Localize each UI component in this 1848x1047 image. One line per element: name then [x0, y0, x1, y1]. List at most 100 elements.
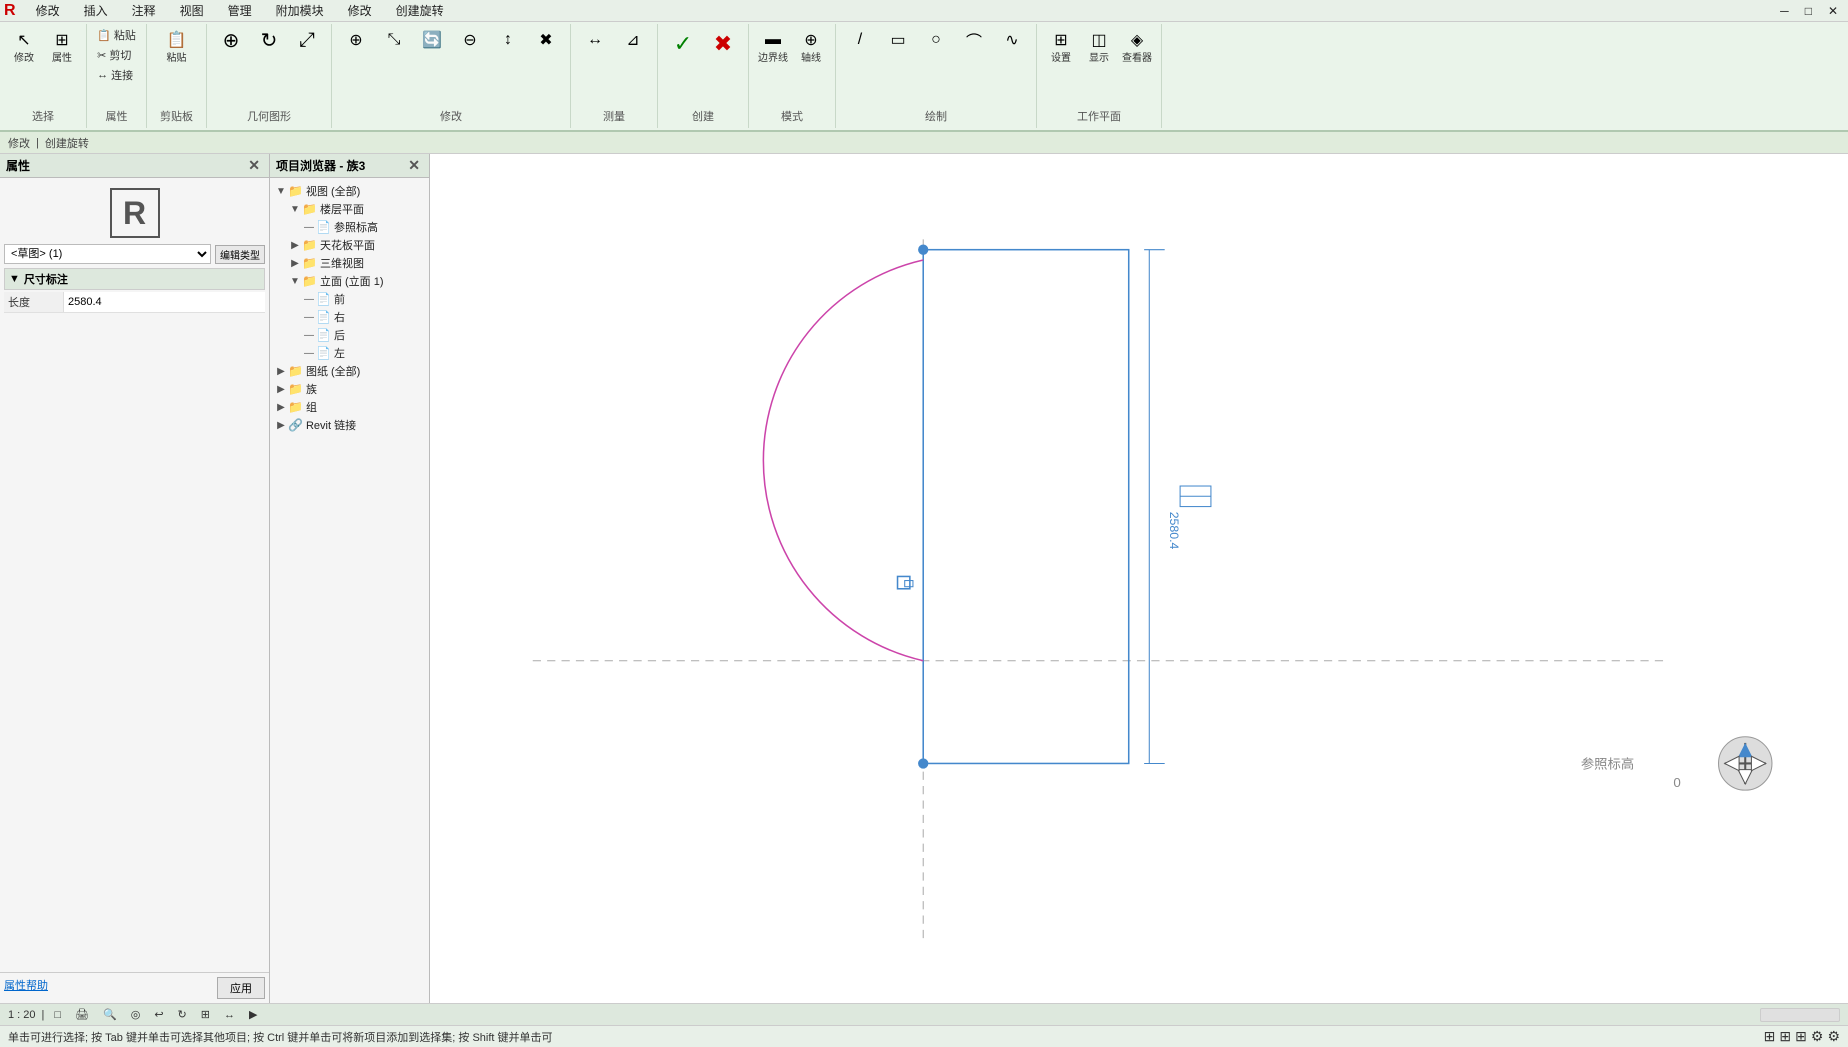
type-selector[interactable]: <草图> (1) — [4, 244, 211, 264]
tree-item-ceiling-plan[interactable]: ▶ 📁 天花板平面 — [286, 236, 427, 254]
tree-item-back[interactable]: — 📄 后 — [300, 326, 427, 344]
mod-btn4[interactable]: ⊖ — [452, 26, 488, 54]
workplane-show-btn[interactable]: ◫ 显示 — [1081, 26, 1117, 67]
cut-btn[interactable]: ✂ 剪切 — [94, 46, 139, 64]
menu-item-view[interactable]: 视图 — [176, 0, 208, 21]
edit-type-btn[interactable]: 编辑类型 — [215, 245, 265, 264]
status-icon-3[interactable]: ⊞ — [1795, 1028, 1807, 1045]
axis-icon: ⊕ — [799, 28, 823, 52]
breadcrumb-item-1[interactable]: 修改 — [8, 135, 30, 151]
mod-icon2: ⤡ — [382, 28, 406, 52]
properties-close-btn[interactable]: ✕ — [245, 157, 263, 174]
prop-row-length: 长度 2580.4 — [4, 292, 265, 313]
view-btn-redo[interactable]: ↻ — [174, 1007, 191, 1022]
dimensions-section-header[interactable]: ▼ 尺寸标注 — [4, 268, 265, 290]
menu-item-annotate[interactable]: 注释 — [128, 0, 160, 21]
paste-large-btn[interactable]: 📋 粘贴 — [159, 26, 195, 67]
workplane-viewer-btn[interactable]: ◈ 查看器 — [1119, 26, 1155, 67]
status-icon-1[interactable]: ⊞ — [1764, 1028, 1776, 1045]
create-x-btn[interactable]: ✖ — [704, 26, 742, 62]
properties-btn[interactable]: ⊞ 属性 — [44, 26, 80, 67]
status-icon-2[interactable]: ⊞ — [1779, 1028, 1791, 1045]
menu-item-modify2[interactable]: 修改 — [344, 0, 376, 21]
modify-btn[interactable]: ↖ 修改 — [6, 26, 42, 67]
status-icon-5[interactable]: ⚙ — [1827, 1028, 1840, 1045]
view-btn-play[interactable]: ▶ — [245, 1007, 261, 1022]
geom-icon3: ⤢ — [295, 28, 319, 52]
view-btn-circle[interactable]: ◎ — [127, 1007, 145, 1022]
ribbon-group-mode-label: 模式 — [781, 108, 803, 126]
ribbon-group-mode: ▬ 边界线 ⊕ 轴线 模式 — [749, 24, 836, 128]
draw-line-btn[interactable]: / — [842, 26, 878, 54]
mod-btn3[interactable]: 🔄 — [414, 26, 450, 54]
view-btn-print[interactable]: 🖨 — [71, 1007, 93, 1022]
ref-level-icon: 📄 — [316, 220, 331, 234]
tree-item-3d[interactable]: ▶ 📁 三维视图 — [286, 254, 427, 272]
ribbon-buttons-properties: 📋 粘贴 ✂ 剪切 ↔ 连接 — [94, 26, 139, 84]
view-btn-grid[interactable]: ⊞ — [197, 1007, 214, 1022]
breadcrumb-item-2[interactable]: 创建旋转 — [45, 135, 89, 151]
help-link[interactable]: 属性帮助 — [4, 980, 48, 992]
geom-btn3[interactable]: ⤢ — [289, 26, 325, 54]
menu-item-insert[interactable]: 插入 — [80, 0, 112, 21]
tree-item-right[interactable]: — 📄 右 — [300, 308, 427, 326]
menu-item-modify[interactable]: 修改 — [32, 0, 64, 21]
mod-btn5[interactable]: ↕ — [490, 26, 526, 54]
geom-btn2[interactable]: ↻ — [251, 26, 287, 54]
view-btn-arrows[interactable]: ↔ — [220, 1008, 239, 1022]
tree-item-sheets[interactable]: ▶ 📁 图纸 (全部) — [272, 362, 427, 380]
mod-btn1[interactable]: ⊕ — [338, 26, 374, 54]
tree-item-groups[interactable]: ▶ 📁 组 — [272, 398, 427, 416]
menu-item-addons[interactable]: 附加模块 — [272, 0, 328, 21]
maximize-btn[interactable]: □ — [1799, 4, 1818, 18]
prop-type-row: <草图> (1) 编辑类型 — [4, 244, 265, 264]
tree-item-revit-links[interactable]: ▶ 🔗 Revit 链接 — [272, 416, 427, 434]
tree-item-families[interactable]: ▶ 📁 族 — [272, 380, 427, 398]
apply-btn[interactable]: 应用 — [217, 977, 265, 999]
draw-rect-btn[interactable]: ▭ — [880, 26, 916, 54]
tree-item-views[interactable]: ▼ 📁 视图 (全部) — [272, 182, 427, 200]
ceiling-plan-label: 天花板平面 — [320, 237, 375, 253]
boundary-btn[interactable]: ▬ 边界线 — [755, 26, 791, 67]
draw-circle-btn[interactable]: ○ — [918, 26, 954, 54]
floor-plan-icon: 📁 — [302, 202, 317, 216]
view-btn-undo[interactable]: ↩ — [150, 1007, 167, 1022]
tree-item-floor-plan[interactable]: ▼ 📁 楼层平面 — [286, 200, 427, 218]
geom-btn1[interactable]: ⊕ — [213, 26, 249, 54]
app-icon: R — [4, 2, 16, 20]
project-browser-close-btn[interactable]: ✕ — [405, 157, 423, 174]
mod-btn6[interactable]: ✖ — [528, 26, 564, 54]
minimize-btn[interactable]: ─ — [1774, 4, 1795, 18]
close-window-btn[interactable]: ✕ — [1822, 4, 1844, 18]
meas-btn2[interactable]: ⊿ — [615, 26, 651, 54]
view-separator: | — [42, 1009, 45, 1021]
menu-item-create-rotate[interactable]: 创建旋转 — [392, 0, 448, 21]
workplane-show-label: 显示 — [1089, 53, 1109, 65]
workplane-set-btn[interactable]: ⊞ 设置 — [1043, 26, 1079, 67]
sheets-label: 图纸 (全部) — [306, 363, 360, 379]
connect-btn[interactable]: ↔ 连接 — [94, 66, 139, 84]
tree-item-ref-level[interactable]: — 📄 参照标高 — [300, 218, 427, 236]
draw-spline-icon: ∿ — [1000, 28, 1024, 52]
tree-item-front[interactable]: — 📄 前 — [300, 290, 427, 308]
menu-item-manage[interactable]: 管理 — [224, 0, 256, 21]
scrollbar-area[interactable] — [1760, 1008, 1840, 1022]
draw-spline-btn[interactable]: ∿ — [994, 26, 1030, 54]
view-btn-search[interactable]: 🔍 — [99, 1007, 121, 1022]
properties-footer: 属性帮助 应用 — [0, 972, 269, 1003]
status-icon-4[interactable]: ⚙ — [1811, 1028, 1824, 1045]
tree-item-left[interactable]: — 📄 左 — [300, 344, 427, 362]
ceiling-plan-icon: 📁 — [302, 238, 317, 252]
elevation-expand: ▼ — [288, 276, 302, 287]
create-check-btn[interactable]: ✓ — [664, 26, 702, 62]
mod-btn2[interactable]: ⤡ — [376, 26, 412, 54]
boundary-icon: ▬ — [761, 28, 785, 52]
draw-arc-btn[interactable]: ⌒ — [956, 26, 992, 54]
axis-btn[interactable]: ⊕ 轴线 — [793, 26, 829, 67]
elevation-icon: 📁 — [302, 274, 317, 288]
meas-btn1[interactable]: ↔ — [577, 26, 613, 54]
tree-item-elevation[interactable]: ▼ 📁 立面 (立面 1) — [286, 272, 427, 290]
view-btn-rect[interactable]: □ — [50, 1008, 65, 1022]
paste-btn[interactable]: 📋 粘贴 — [94, 26, 139, 44]
views-children: ▼ 📁 楼层平面 — 📄 参照标高 ▶ 📁 天花板平面 — [272, 200, 427, 362]
